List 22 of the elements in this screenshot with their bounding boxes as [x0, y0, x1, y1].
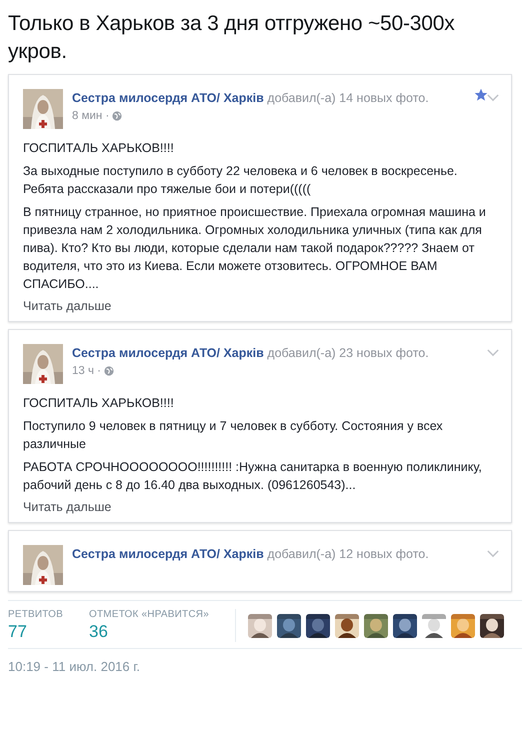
tweet-timestamp: 10:19 - 11 июл. 2016 г. — [8, 659, 142, 674]
stat-label: РЕТВИТОВ — [8, 609, 64, 620]
post-title: Сестра милосердя АТО/ Харків добавил(-а) 12 новых фото. — [72, 546, 430, 563]
globe-icon — [112, 111, 122, 121]
post-time[interactable]: 8 мин · — [72, 110, 110, 122]
post-paragraph: ГОСПИТАЛЬ ХАРЬКОВ!!!! — [23, 395, 175, 412]
post-paragraph: РАБОТА СРОЧНОООООООО!!!!!!!!!! :Нужна санитарка в военную поликлинику, рабочий день с 8 до 16.40 два выходных. (0961260543)... — [23, 459, 483, 494]
globe-icon — [104, 366, 114, 376]
stat-count[interactable]: 77 — [8, 622, 64, 642]
star-icon[interactable] — [474, 88, 488, 102]
tweet-text: Только в Харьков за 3 дня отгружено ~50-300х укров. — [8, 11, 456, 65]
read-more-link[interactable]: Читать дальше — [23, 499, 493, 516]
post-title: Сестра милосердя АТО/ Харків добавил(-а) 14 новых фото. — [72, 90, 430, 107]
post-title: Сестра милосердя АТО/ Харків добавил(-а) 23 новых фото. — [72, 345, 430, 362]
post-paragraph: За выходные поступило в субботу 22 человека и 6 человек в воскресенье. Ребята рассказали про тяжелые бои и потери((((( — [23, 163, 458, 198]
post-time[interactable]: 13 ч · — [72, 365, 102, 377]
post-paragraph: ГОСПИТАЛЬ ХАРЬКОВ!!!! — [23, 140, 175, 157]
stat-label: ОТМЕТОК «НРАВИТСЯ» — [89, 609, 209, 620]
read-more-link[interactable]: Читать дальше — [23, 298, 493, 315]
post-paragraph: Поступило 9 человек в пятницу и 7 человек в субботу. Состояния у всех различные — [23, 418, 444, 453]
stat-count[interactable]: 36 — [89, 622, 209, 642]
post-paragraph: В пятницу странное, но приятное происшествие. Приехала огромная машина и привезла нам 2 холодильника. Огромных холодильника уличных (типа как для пива). Кто? Кто вы люди, которые сделали нам такой подарок????? Знаем от водителя, что это из Киева. Если можете отзовитесь. ОГРОМНОЕ ВАМ СПАСИБО.... — [23, 204, 487, 293]
